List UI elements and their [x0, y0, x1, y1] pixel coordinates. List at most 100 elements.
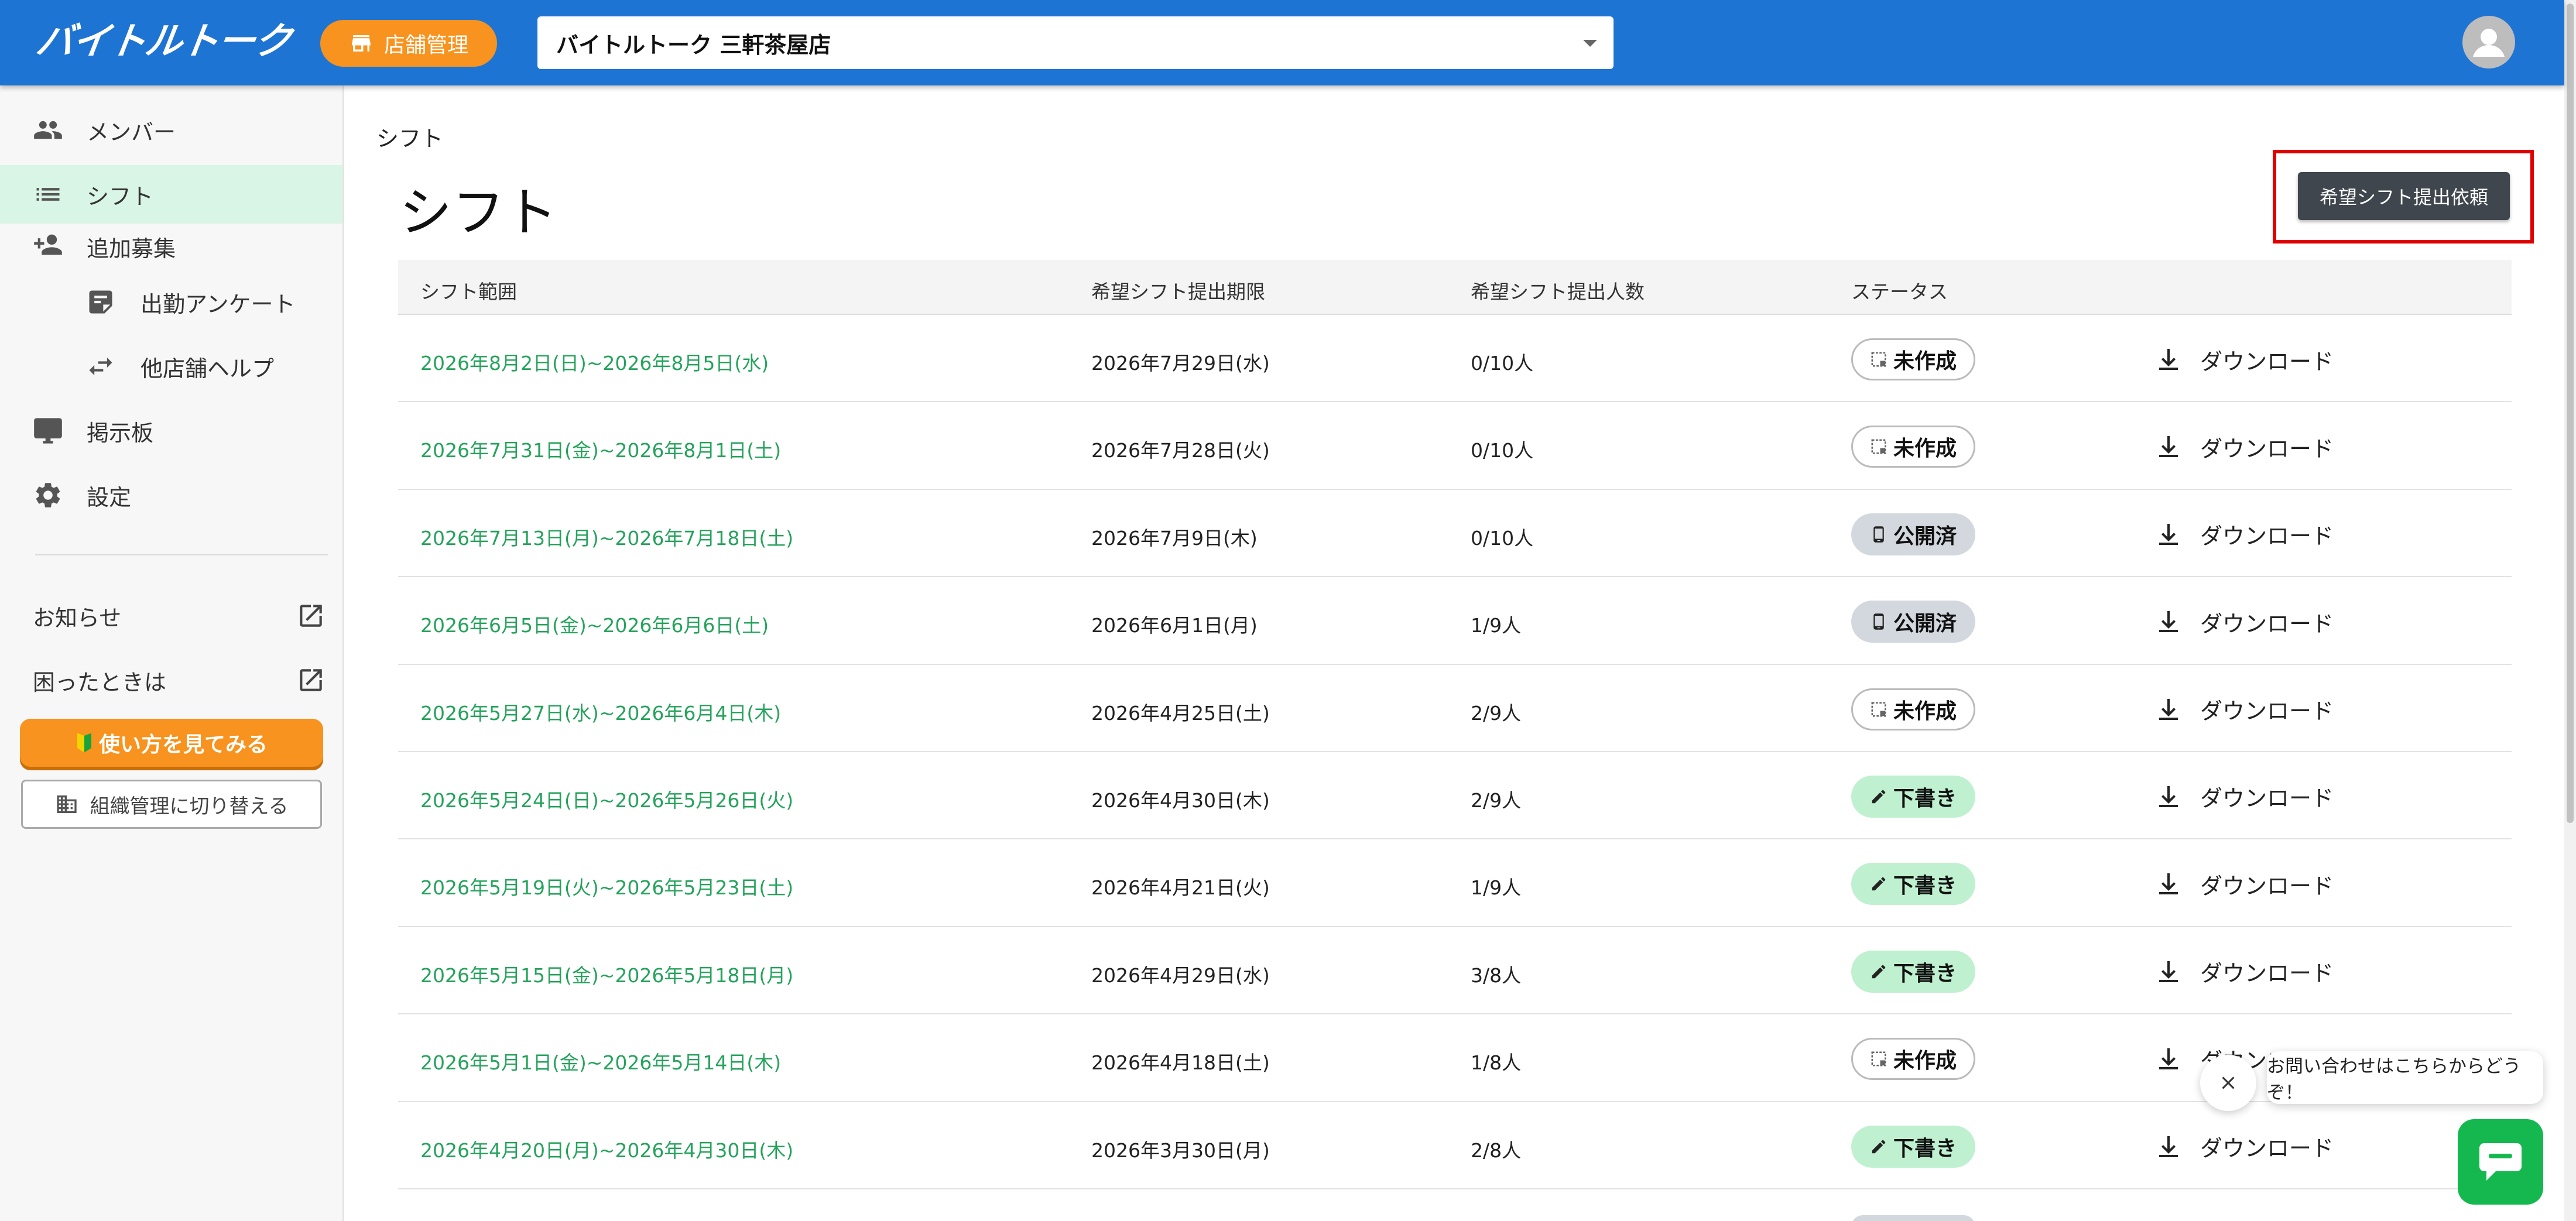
- shift-range-link[interactable]: 2026年5月19日(火)~2026年5月23日(土): [420, 872, 793, 900]
- page-title: シフト: [399, 182, 557, 243]
- table-row: 2026年6月5日(金)~2026年6月6日(土) 2026年6月1日(月) 1/9…: [398, 577, 2512, 665]
- sidebar-item-label: シフト: [87, 183, 154, 210]
- download-label: ダウンロード: [2200, 348, 2334, 375]
- submission-count-cell: 0/10人: [1471, 352, 1534, 375]
- download-label: ダウンロード: [2200, 961, 2334, 987]
- shift-table: シフト範囲 希望シフト提出期限 希望シフト提出人数 ステータス 2026年8月2…: [398, 260, 2512, 1189]
- beginner-mark-icon: [77, 733, 91, 753]
- shift-range-link[interactable]: 2026年7月13日(月)~2026年7月18日(土): [420, 523, 793, 551]
- dashed-box-icon: [1871, 702, 1886, 717]
- download-button[interactable]: ダウンロード: [2154, 341, 2334, 378]
- shift-range-link[interactable]: 2026年7月31日(金)~2026年8月1日(土): [420, 435, 781, 463]
- pencil-icon: [1872, 965, 1886, 978]
- howto-label: 使い方を見てみる: [98, 733, 268, 757]
- status-badge: 下書き: [1851, 950, 1975, 993]
- download-button[interactable]: ダウンロード: [2154, 953, 2334, 990]
- deadline-cell: 2026年4月18日(土): [1091, 1051, 1270, 1075]
- howto-button[interactable]: 使い方を見てみる: [20, 719, 323, 767]
- download-button[interactable]: ダウンロード: [2154, 428, 2334, 465]
- store-management-button[interactable]: 店舗管理: [320, 20, 497, 67]
- shift-range-link[interactable]: 2026年5月15日(金)~2026年5月18日(月): [420, 960, 793, 988]
- download-button[interactable]: ダウンロード: [2154, 865, 2334, 903]
- download-button[interactable]: ダウンロード: [2154, 1128, 2334, 1165]
- download-button[interactable]: ダウンロード: [2154, 516, 2334, 553]
- submission-count-cell: 0/10人: [1471, 526, 1534, 550]
- chevron-down-icon: [1583, 40, 1597, 47]
- shift-range-link[interactable]: 2026年5月24日(日)~2026年5月26日(火): [420, 785, 793, 813]
- phone-icon: [1873, 526, 1884, 543]
- status-badge-partial: [1851, 1215, 1975, 1221]
- sidebar-item-label: 追加募集: [87, 235, 176, 262]
- sidebar: メンバー シフト 追加募集 出勤アンケート 他店舗ヘルプ 掲示板 設定 お知らせ…: [0, 85, 344, 1221]
- status-label: 未作成: [1893, 349, 1957, 373]
- store-select[interactable]: バイトルトーク 三軒茶屋店: [537, 16, 1614, 69]
- shift-range-link[interactable]: 2026年5月27日(水)~2026年6月4日(木): [420, 698, 781, 726]
- phone-icon: [1873, 613, 1884, 630]
- switch-organization-button[interactable]: 組織管理に切り替える: [21, 780, 322, 829]
- download-icon: [2159, 873, 2178, 895]
- submission-count-cell: 2/9人: [1471, 701, 1522, 725]
- status-label: 下書き: [1893, 786, 1957, 811]
- table-row: 2026年5月24日(日)~2026年5月26日(火) 2026年4月30日(木)…: [398, 752, 2512, 840]
- deadline-cell: 2026年7月9日(木): [1091, 526, 1258, 550]
- breadcrumb: シフト: [376, 126, 444, 152]
- download-button[interactable]: ダウンロード: [2154, 603, 2334, 640]
- submission-count-cell: 1/9人: [1471, 614, 1522, 637]
- table-row: 2026年5月15日(金)~2026年5月18日(月) 2026年4月29日(水)…: [398, 927, 2512, 1015]
- download-label: ダウンロード: [2200, 786, 2334, 812]
- submission-count-cell: 1/8人: [1471, 1051, 1522, 1075]
- app-logo[interactable]: バイトルトーク: [33, 20, 293, 63]
- sidebar-item-shift[interactable]: シフト: [0, 165, 342, 224]
- status-badge: 下書き: [1851, 863, 1975, 906]
- column-header-count: 希望シフト提出人数: [1471, 280, 1645, 303]
- submission-count-cell: 1/9人: [1471, 876, 1522, 900]
- download-button[interactable]: ダウンロード: [2154, 691, 2334, 728]
- column-header-range: シフト範囲: [420, 280, 517, 303]
- download-icon: [2159, 523, 2178, 545]
- deadline-cell: 2026年7月28日(火): [1091, 439, 1270, 462]
- chat-message[interactable]: お問い合わせはこちらからどうぞ！: [2267, 1051, 2543, 1104]
- close-icon: [2222, 1076, 2235, 1089]
- table-row: 2026年5月19日(火)~2026年5月23日(土) 2026年4月21日(火)…: [398, 839, 2512, 927]
- submission-count-cell: 3/8人: [1471, 963, 1522, 987]
- sidebar-link-news[interactable]: お知らせ: [33, 592, 326, 639]
- sidebar-item-other-store-help[interactable]: 他店舗ヘルプ: [0, 337, 342, 396]
- table-row: 2026年7月13日(月)~2026年7月18日(土) 2026年7月9日(木) 0…: [398, 490, 2512, 578]
- open-in-new-icon: [300, 605, 322, 627]
- person-add-icon: [34, 234, 62, 255]
- download-button[interactable]: ダウンロード: [2154, 778, 2334, 815]
- deadline-cell: 2026年6月1日(月): [1091, 614, 1258, 637]
- deadline-cell: 2026年4月25日(土): [1091, 701, 1270, 725]
- shift-range-link[interactable]: 2026年5月1日(金)~2026年5月14日(木): [420, 1047, 781, 1075]
- request-shift-submission-button[interactable]: 希望シフト提出依頼: [2298, 172, 2510, 220]
- page-scrollbar[interactable]: [2564, 0, 2576, 1221]
- sidebar-divider: [35, 554, 328, 555]
- shift-range-link[interactable]: 2026年6月5日(金)~2026年6月6日(土): [420, 610, 769, 638]
- column-header-status: ステータス: [1851, 280, 1948, 303]
- sidebar-link-help[interactable]: 困ったときは: [33, 657, 326, 704]
- download-label: ダウンロード: [2200, 610, 2334, 637]
- submission-count-cell: 2/9人: [1471, 788, 1522, 812]
- sidebar-item-label: 掲示板: [87, 420, 154, 446]
- table-row: 2026年8月2日(日)~2026年8月5日(水) 2026年7月29日(水) 0/…: [398, 315, 2512, 403]
- shift-range-link[interactable]: 2026年8月2日(日)~2026年8月5日(水): [420, 348, 769, 376]
- chat-close-button[interactable]: [2200, 1055, 2256, 1111]
- sidebar-link-label: 困ったときは: [33, 669, 167, 695]
- sidebar-item-additional-recruit[interactable]: 追加募集: [0, 220, 342, 273]
- sidebar-item-settings[interactable]: 設定: [0, 466, 342, 524]
- status-badge: 未作成: [1851, 338, 1975, 380]
- sidebar-item-members[interactable]: メンバー: [0, 101, 342, 159]
- status-badge: 未作成: [1851, 426, 1975, 468]
- sidebar-item-attendance-survey[interactable]: 出勤アンケート: [0, 273, 342, 331]
- sidebar-item-label: 出勤アンケート: [141, 291, 296, 317]
- download-icon: [2159, 611, 2178, 633]
- deadline-cell: 2026年4月21日(火): [1091, 876, 1270, 900]
- download-label: ダウンロード: [2200, 435, 2334, 462]
- scrollbar-thumb[interactable]: [2567, 4, 2574, 823]
- sidebar-item-label: 他店舗ヘルプ: [141, 355, 275, 382]
- sidebar-item-bulletin-board[interactable]: 掲示板: [0, 402, 342, 460]
- download-icon: [2159, 1048, 2178, 1070]
- user-avatar[interactable]: [2462, 16, 2515, 68]
- chat-launcher-button[interactable]: [2458, 1119, 2543, 1205]
- shift-range-link[interactable]: 2026年4月20日(月)~2026年4月30日(木): [420, 1135, 793, 1163]
